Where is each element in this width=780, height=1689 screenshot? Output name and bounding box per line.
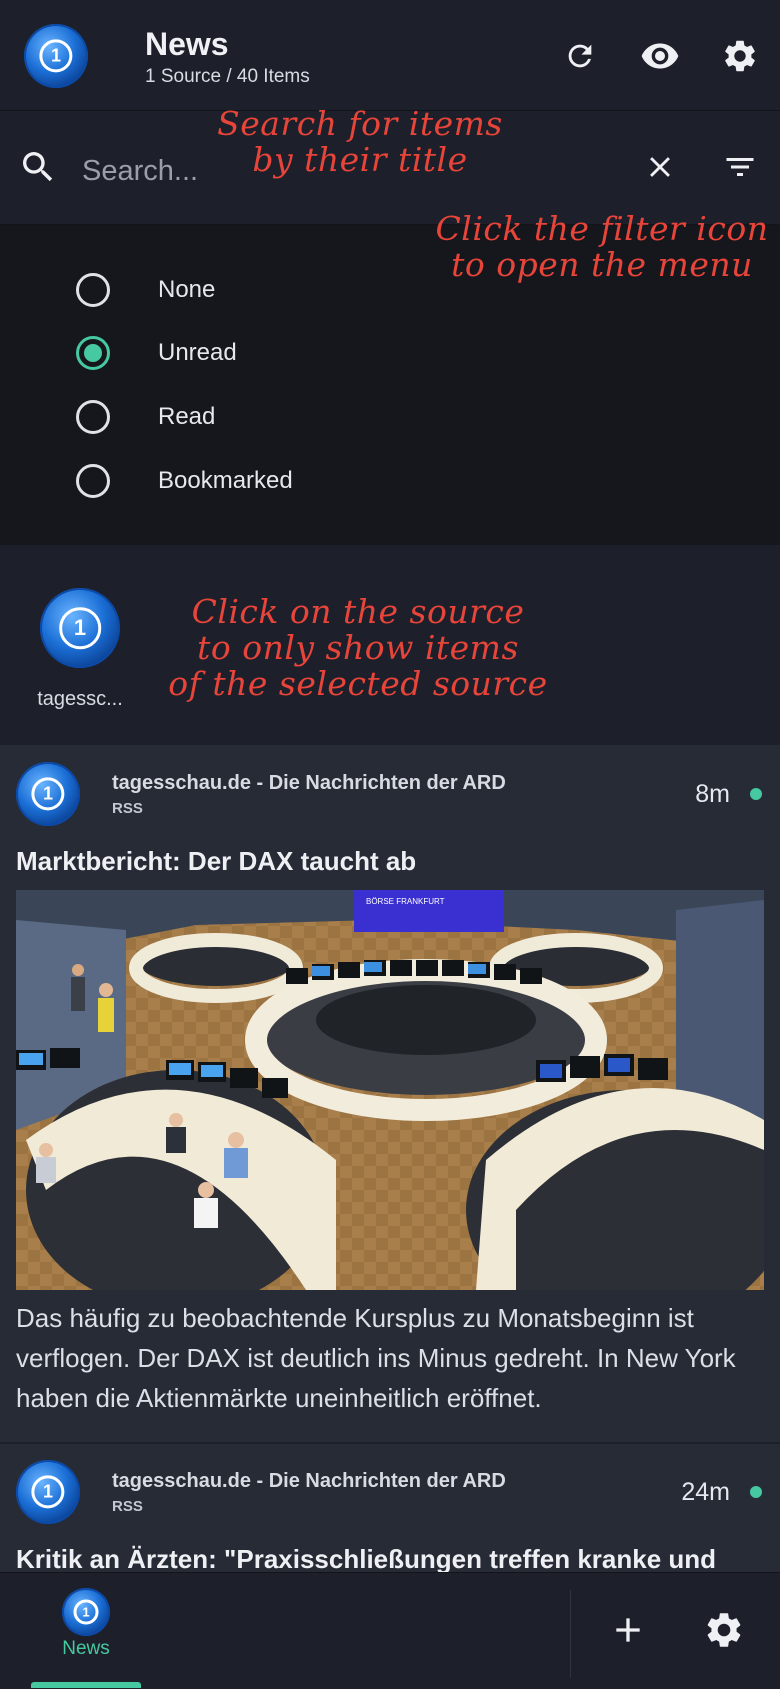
- annotation-search: Search for items by their title: [217, 104, 503, 179]
- filter-option-none[interactable]: None: [76, 265, 215, 315]
- clear-search-button[interactable]: [636, 143, 684, 191]
- eye-icon: [641, 43, 679, 69]
- article-description: Das häufig zu beobachtende Kursplus zu M…: [16, 1303, 736, 1413]
- filter-option-label: Unread: [158, 339, 237, 366]
- article-source-name: tagesschau.de - Die Nachrichten der ARD: [112, 1470, 506, 1492]
- radio-button[interactable]: [76, 464, 110, 498]
- source-label[interactable]: tagessc...: [24, 688, 136, 711]
- filter-option-label: Read: [158, 403, 216, 430]
- add-source-button[interactable]: [604, 1606, 652, 1654]
- page-subtitle: 1 Source / 40 Items: [145, 66, 310, 87]
- article-feed-type: RSS: [112, 800, 143, 817]
- filter-icon: [726, 158, 754, 176]
- filter-button[interactable]: [716, 143, 764, 191]
- article-time: 24m: [681, 1478, 730, 1506]
- search-icon: [18, 147, 58, 192]
- gear-icon: [725, 40, 755, 72]
- image-caption: BÖRSE FRANKFURT: [366, 897, 445, 906]
- filter-option-label: Bookmarked: [158, 467, 293, 494]
- refresh-icon: [568, 44, 592, 68]
- settings-button[interactable]: [716, 32, 764, 80]
- read-visibility-button[interactable]: [636, 32, 684, 80]
- radio-button[interactable]: [76, 400, 110, 434]
- source-logo-tagesschau[interactable]: 1: [40, 588, 120, 668]
- radio-button-selected[interactable]: [76, 336, 110, 370]
- nav-news-logo[interactable]: 1: [62, 1588, 110, 1636]
- nav-active-indicator: [31, 1682, 141, 1688]
- app-logo: 1: [24, 24, 88, 88]
- article-feed-type: RSS: [112, 1498, 143, 1515]
- article-source-logo: 1: [16, 1460, 80, 1524]
- article-title: Kritik an Ärzten: "Praxisschließungen tr…: [16, 1544, 717, 1574]
- filter-option-label: None: [158, 276, 216, 303]
- page-title: News: [145, 26, 229, 62]
- annotation-filter: Click the filter icon to open the menu: [435, 209, 769, 284]
- annotation-source: Click on the source to only show items of …: [168, 592, 548, 703]
- article-source-name: tagesschau.de - Die Nachrichten der ARD: [112, 772, 506, 794]
- filter-option-read[interactable]: Read: [76, 392, 215, 442]
- nav-settings-button[interactable]: [700, 1606, 748, 1654]
- add-icon: [616, 1618, 640, 1642]
- filter-option-unread[interactable]: Unread: [76, 328, 237, 378]
- close-icon: [650, 157, 670, 177]
- article-source-logo: 1: [16, 762, 80, 826]
- nav-divider: [570, 1590, 571, 1678]
- trading-floor-image: BÖRSE FRANKFURT: [16, 890, 764, 1290]
- article-image: BÖRSE FRANKFURT: [16, 890, 764, 1290]
- gear-icon: [707, 1613, 741, 1647]
- radio-button[interactable]: [76, 273, 110, 307]
- unread-indicator: [750, 788, 762, 800]
- filter-option-bookmarked[interactable]: Bookmarked: [76, 456, 293, 506]
- refresh-button[interactable]: [556, 32, 604, 80]
- article-title: Marktbericht: Der DAX taucht ab: [16, 846, 417, 876]
- bottom-navigation: [0, 1572, 780, 1689]
- unread-indicator: [750, 1486, 762, 1498]
- nav-news-label[interactable]: News: [40, 1638, 132, 1660]
- article-time: 8m: [695, 780, 730, 808]
